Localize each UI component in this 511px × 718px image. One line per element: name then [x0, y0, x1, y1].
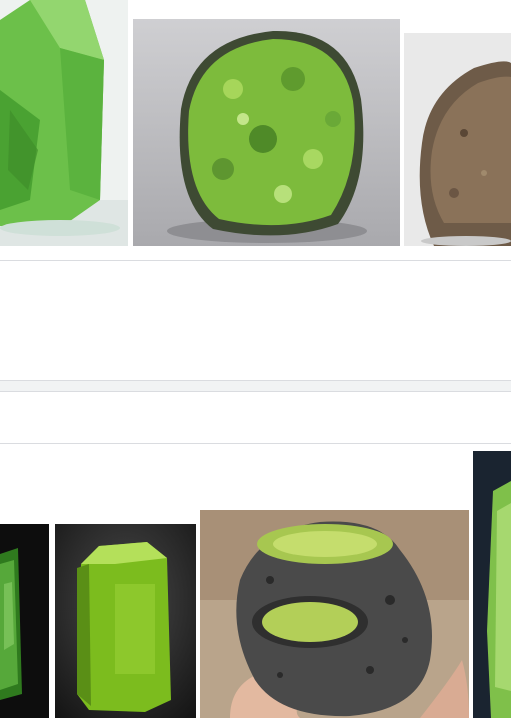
peridot-in-basalt-thumbnail: [200, 510, 469, 718]
section-separator-band: [0, 380, 511, 392]
dark-peridot-crystal-thumbnail: [0, 524, 49, 718]
image-result-peridot-crystal-dark[interactable]: [473, 451, 511, 718]
image-result-peridot-nodule[interactable]: [133, 19, 400, 246]
peridot-crystal-thumbnail: [0, 0, 128, 246]
peridot-crystal-dark-thumbnail: [473, 451, 511, 718]
blank-section: [0, 261, 511, 380]
peridot-nodule-thumbnail: [133, 19, 400, 246]
image-result-brown-rock[interactable]: [404, 33, 511, 246]
image-result-dark-peridot-crystal[interactable]: [0, 524, 49, 718]
brown-rock-thumbnail: [404, 33, 511, 246]
divider-middle: [0, 443, 511, 444]
image-result-bright-peridot-prism[interactable]: [55, 524, 196, 718]
image-result-peridot-crystal[interactable]: [0, 0, 128, 246]
bright-peridot-prism-thumbnail: [55, 524, 196, 718]
image-result-peridot-in-basalt[interactable]: [200, 510, 469, 718]
